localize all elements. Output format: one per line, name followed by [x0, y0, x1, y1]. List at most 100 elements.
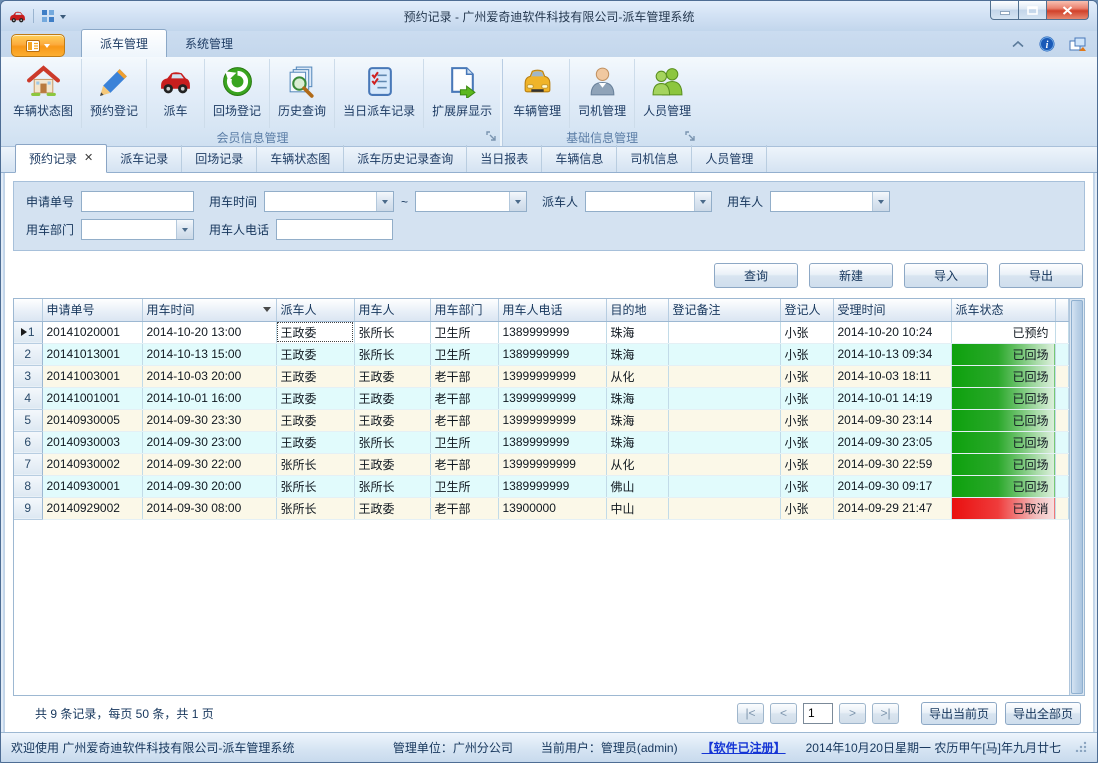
cell[interactable]: 20141020001 [42, 321, 142, 343]
cell[interactable]: 13999999999 [498, 453, 606, 475]
doc-tab-7[interactable]: 车辆信息 [542, 145, 617, 172]
ribbon-button-pencil[interactable]: 预约登记 [81, 59, 146, 128]
cell[interactable]: 张所长 [276, 475, 354, 497]
column-header-1[interactable]: 申请单号 [42, 299, 142, 321]
cell[interactable]: 珠海 [606, 321, 668, 343]
cell[interactable] [668, 343, 780, 365]
combo-dropdown-button[interactable] [694, 192, 711, 211]
column-header-4[interactable]: 用车人 [354, 299, 430, 321]
row-indicator[interactable]: 8 [14, 475, 42, 497]
cell[interactable]: 老干部 [430, 497, 498, 519]
cell[interactable]: 卫生所 [430, 475, 498, 497]
status-cell[interactable]: 已回场 [951, 453, 1055, 475]
maximize-button[interactable] [1018, 1, 1047, 20]
close-tab-icon[interactable]: ✕ [84, 153, 93, 164]
query-button[interactable]: 查询 [714, 263, 798, 288]
ribbon-button-people[interactable]: 人员管理 [634, 59, 699, 128]
status-cell[interactable]: 已回场 [951, 409, 1055, 431]
doc-tab-9[interactable]: 人员管理 [692, 145, 767, 172]
collapse-ribbon-icon[interactable] [1011, 40, 1025, 48]
ribbon-button-recycle[interactable]: 回场登记 [204, 59, 269, 128]
status-cell[interactable]: 已取消 [951, 497, 1055, 519]
row-indicator[interactable]: 6 [14, 431, 42, 453]
cell[interactable]: 13999999999 [498, 365, 606, 387]
close-button[interactable] [1046, 1, 1089, 20]
cell[interactable]: 小张 [780, 365, 833, 387]
cell[interactable]: 王政委 [354, 409, 430, 431]
row-indicator[interactable]: 7 [14, 453, 42, 475]
cell[interactable]: 2014-10-03 18:11 [833, 365, 951, 387]
cell[interactable]: 2014-10-20 13:00 [142, 321, 276, 343]
filter-input-row1-1[interactable] [81, 191, 194, 212]
cell[interactable]: 20140930001 [42, 475, 142, 497]
doc-tab-3[interactable]: 回场记录 [182, 145, 257, 172]
cell[interactable]: 老干部 [430, 365, 498, 387]
cell[interactable]: 小张 [780, 475, 833, 497]
doc-tab-4[interactable]: 车辆状态图 [257, 145, 344, 172]
status-cell[interactable]: 已回场 [951, 431, 1055, 453]
cell[interactable]: 小张 [780, 387, 833, 409]
cell[interactable]: 2014-09-30 09:17 [833, 475, 951, 497]
doc-tab-2[interactable]: 派车记录 [107, 145, 182, 172]
status-cell[interactable]: 已回场 [951, 343, 1055, 365]
cell[interactable]: 王政委 [276, 409, 354, 431]
cell[interactable]: 2014-09-30 23:00 [142, 431, 276, 453]
minimize-button[interactable] [990, 1, 1019, 20]
status-cell[interactable]: 已预约 [951, 321, 1055, 343]
cell[interactable]: 1389999999 [498, 343, 606, 365]
cell[interactable]: 张所长 [354, 475, 430, 497]
cell[interactable]: 王政委 [354, 497, 430, 519]
cell[interactable]: 2014-09-30 23:05 [833, 431, 951, 453]
cell[interactable]: 2014-09-30 22:59 [833, 453, 951, 475]
status-cell[interactable]: 已回场 [951, 365, 1055, 387]
cell[interactable]: 2014-10-01 16:00 [142, 387, 276, 409]
combo-dropdown-button[interactable] [176, 220, 193, 239]
cell[interactable]: 卫生所 [430, 343, 498, 365]
cell[interactable] [668, 431, 780, 453]
column-header-6[interactable]: 用车人电话 [498, 299, 606, 321]
ribbon-button-driver[interactable]: 司机管理 [569, 59, 634, 128]
switch-window-icon[interactable] [1069, 37, 1087, 52]
cell[interactable]: 王政委 [276, 321, 354, 343]
cell[interactable]: 王政委 [354, 365, 430, 387]
cell[interactable] [668, 475, 780, 497]
cell[interactable]: 珠海 [606, 343, 668, 365]
first-page-button[interactable]: |< [737, 703, 764, 724]
ribbon-button-red-car[interactable]: 派车 [146, 59, 204, 128]
toolbar-dropdown-icon[interactable] [60, 15, 66, 22]
cell[interactable]: 2014-10-13 15:00 [142, 343, 276, 365]
page-number-input[interactable] [803, 703, 833, 724]
row-indicator[interactable]: 5 [14, 409, 42, 431]
cell[interactable] [668, 497, 780, 519]
export-button[interactable]: 导出 [999, 263, 1083, 288]
new-button[interactable]: 新建 [809, 263, 893, 288]
cell[interactable]: 2014-09-30 22:00 [142, 453, 276, 475]
ribbon-button-house[interactable]: 车辆状态图 [5, 59, 81, 128]
combo-input[interactable] [265, 192, 376, 211]
cell[interactable]: 2014-10-13 09:34 [833, 343, 951, 365]
cell[interactable]: 从化 [606, 453, 668, 475]
column-header-10[interactable]: 受理时间 [833, 299, 951, 321]
cell[interactable]: 从化 [606, 365, 668, 387]
vertical-scrollbar[interactable] [1069, 299, 1084, 695]
ribbon-button-yellow-car[interactable]: 车辆管理 [505, 59, 569, 128]
cell[interactable]: 老干部 [430, 453, 498, 475]
cell[interactable]: 珠海 [606, 387, 668, 409]
cell[interactable]: 20141013001 [42, 343, 142, 365]
cell[interactable]: 张所长 [354, 321, 430, 343]
row-indicator[interactable]: 1 [14, 321, 42, 343]
cell[interactable]: 1389999999 [498, 475, 606, 497]
cell[interactable]: 王政委 [354, 453, 430, 475]
cell[interactable]: 张所长 [276, 497, 354, 519]
cell[interactable]: 2014-09-30 08:00 [142, 497, 276, 519]
combo-input[interactable] [82, 220, 176, 239]
ribbon-button-extend-screen[interactable]: 扩展屏显示 [423, 59, 500, 128]
column-header-9[interactable]: 登记人 [780, 299, 833, 321]
ribbon-button-checklist[interactable]: 当日派车记录 [334, 59, 423, 128]
cell[interactable]: 20141003001 [42, 365, 142, 387]
next-page-button[interactable]: > [839, 703, 866, 724]
resize-grip-icon[interactable] [1075, 740, 1087, 755]
cell[interactable]: 2014-09-29 21:47 [833, 497, 951, 519]
cell[interactable]: 张所长 [276, 453, 354, 475]
column-header-2[interactable]: 用车时间 [142, 299, 276, 321]
